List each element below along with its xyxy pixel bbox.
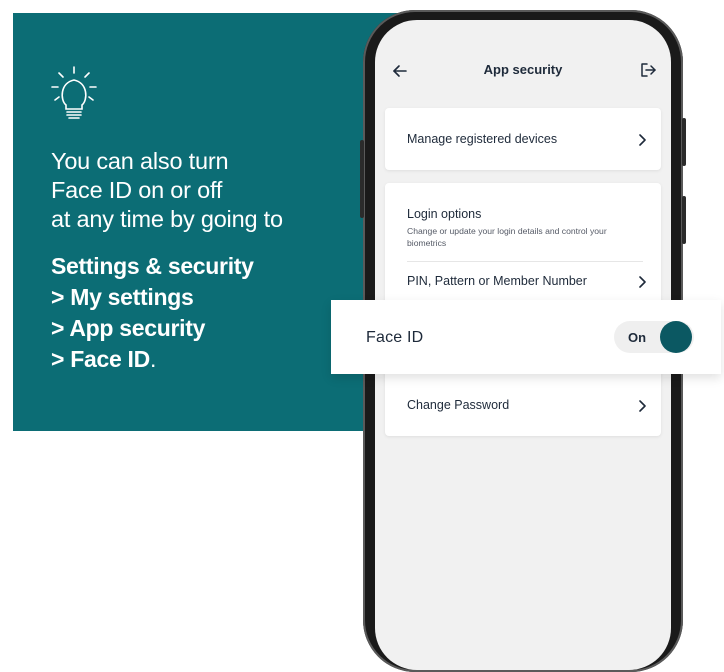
change-password-label: Change Password (407, 398, 510, 412)
toggle-state-label: On (628, 330, 647, 345)
phone-side-button (682, 196, 686, 244)
intro-line: at any time by going to (51, 206, 283, 232)
pin-pattern-label: PIN, Pattern or Member Number (407, 274, 587, 288)
phone-side-button (682, 118, 686, 166)
face-id-row: Face ID On (331, 300, 721, 374)
login-options-title: Login options (407, 207, 482, 221)
manage-devices-row[interactable]: Manage registered devices (385, 108, 661, 170)
path-line: > My settings (51, 284, 194, 310)
intro-line: Face ID on or off (51, 177, 223, 203)
face-id-toggle[interactable]: On (614, 321, 694, 353)
manage-devices-label: Manage registered devices (407, 132, 558, 146)
toggle-knob[interactable] (660, 321, 692, 353)
promo-intro: You can also turn Face ID on or off at a… (51, 147, 283, 234)
phone-side-button (360, 140, 364, 218)
path-end: . (149, 346, 157, 372)
app-bar: App security (375, 20, 671, 120)
chevron-right-icon (639, 400, 646, 412)
settings-path: Settings & security > My settings > App … (51, 251, 254, 375)
path-line: Settings & security (51, 253, 254, 279)
lightbulb-icon (51, 66, 97, 119)
path-line-last: > Face ID (51, 346, 150, 372)
intro-line: You can also turn (51, 148, 229, 174)
pin-pattern-row[interactable]: PIN, Pattern or Member Number (385, 263, 661, 303)
logout-icon[interactable] (639, 61, 657, 79)
path-line: > App security (51, 315, 206, 341)
page-title: App security (483, 62, 563, 77)
change-password-row[interactable]: Change Password (385, 387, 661, 427)
chevron-right-icon (639, 134, 646, 146)
face-id-label: Face ID (366, 329, 424, 346)
login-options-description: Change or update your login details and … (407, 226, 607, 248)
chevron-right-icon (639, 276, 646, 288)
divider (407, 261, 643, 262)
path-line: > Face ID. (51, 344, 254, 375)
